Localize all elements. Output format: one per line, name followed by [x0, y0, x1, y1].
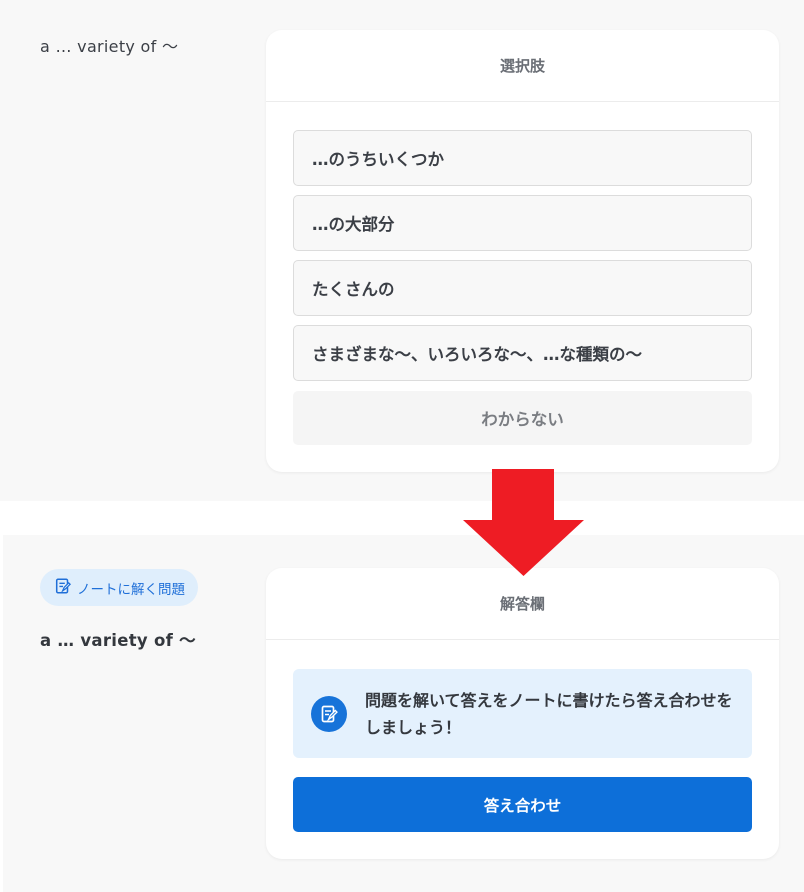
note-check-icon [311, 695, 347, 732]
unknown-button[interactable]: わからない [293, 391, 752, 445]
check-answer-button[interactable]: 答え合わせ [293, 777, 752, 832]
note-question-badge: ノートに解く問題 [40, 569, 198, 606]
note-check-icon [54, 577, 72, 599]
answer-card: 解答欄 問題を解いて答えをノートに書けたら答え合わせをしましょう！ 答え合わせ [266, 568, 779, 859]
choice-option-1[interactable]: …のうちいくつか [293, 130, 752, 186]
choices-card-header: 選択肢 [266, 30, 779, 102]
choice-option-3[interactable]: たくさんの [293, 260, 752, 316]
down-arrow-icon [463, 469, 584, 576]
badge-label: ノートに解く問題 [77, 581, 185, 598]
answer-card-header: 解答欄 [266, 568, 779, 640]
notice-text: 問題を解いて答えをノートに書けたら答え合わせをしましょう！ [365, 690, 733, 737]
choice-option-2[interactable]: …の大部分 [293, 195, 752, 251]
choice-option-4[interactable]: さまざまな〜、いろいろな〜、…な種類の〜 [293, 325, 752, 381]
answer-prompt: a … variety of 〜 [40, 631, 196, 650]
choices-card: 選択肢 …のうちいくつか …の大部分 たくさんの さまざまな〜、いろいろな〜、…… [266, 30, 779, 472]
question-prompt: a … variety of 〜 [40, 37, 179, 56]
notice-box: 問題を解いて答えをノートに書けたら答え合わせをしましょう！ [293, 669, 752, 758]
